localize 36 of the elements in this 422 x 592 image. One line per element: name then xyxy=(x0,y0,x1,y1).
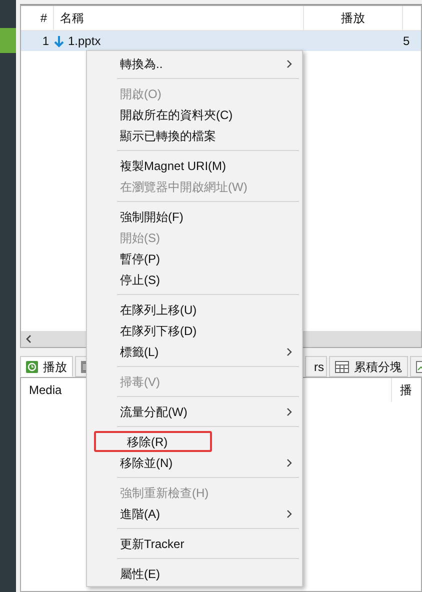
menu-item[interactable]: 停止(S) xyxy=(87,269,302,290)
download-arrow-icon xyxy=(53,34,65,48)
menu-item[interactable]: 流量分配(W) xyxy=(87,401,302,422)
column-header[interactable]: 播放 xyxy=(303,6,403,30)
panel-tab[interactable]: rs xyxy=(305,356,327,377)
column-header[interactable]: # xyxy=(21,9,53,27)
menu-item[interactable]: 移除(R) xyxy=(94,431,212,452)
menu-item[interactable]: 進階(A) xyxy=(87,503,302,524)
menu-item[interactable]: 轉換為.. xyxy=(87,53,302,74)
menu-item[interactable]: 移除並(N) xyxy=(87,452,302,473)
menu-item[interactable]: 屬性(E) xyxy=(87,563,302,584)
table-cell-text: 1 xyxy=(41,33,50,50)
menu-item[interactable]: 複製Magnet URI(M) xyxy=(87,155,302,176)
submenu-caret-icon xyxy=(287,510,292,518)
submenu-caret-icon xyxy=(287,408,292,416)
menu-item[interactable]: 更新Tracker xyxy=(87,533,302,554)
column-header[interactable]: 播 xyxy=(391,378,412,402)
column-header[interactable]: 名稱 xyxy=(53,6,303,30)
menu-item[interactable]: 開啟所在的資料夾(C) xyxy=(87,104,302,125)
table-cell-text: 1.pptx xyxy=(68,33,102,50)
panel-tab[interactable]: 播放 xyxy=(20,356,73,377)
menu-item[interactable]: 在隊列下移(D) xyxy=(87,320,302,341)
scroll-left-icon[interactable] xyxy=(26,335,31,343)
table-row[interactable]: 1 1.pptx 5 xyxy=(21,31,421,51)
menu-item[interactable]: 顯示已轉換的檔案 xyxy=(87,125,302,146)
submenu-caret-icon xyxy=(287,348,292,356)
menu-item[interactable]: 暫停(P) xyxy=(87,248,302,269)
clock-icon xyxy=(26,360,38,372)
grid-icon xyxy=(335,360,349,372)
menu-item[interactable]: 標籤(L) xyxy=(87,341,302,362)
menu-item[interactable]: 強制開始(F) xyxy=(87,206,302,227)
submenu-caret-icon xyxy=(287,458,292,466)
table-cell-text: 5 xyxy=(403,33,411,50)
menu-item[interactable]: 在隊列上移(U) xyxy=(87,299,302,320)
submenu-caret-icon xyxy=(287,60,292,68)
panel-tab[interactable]: 累積分塊 xyxy=(329,356,408,377)
